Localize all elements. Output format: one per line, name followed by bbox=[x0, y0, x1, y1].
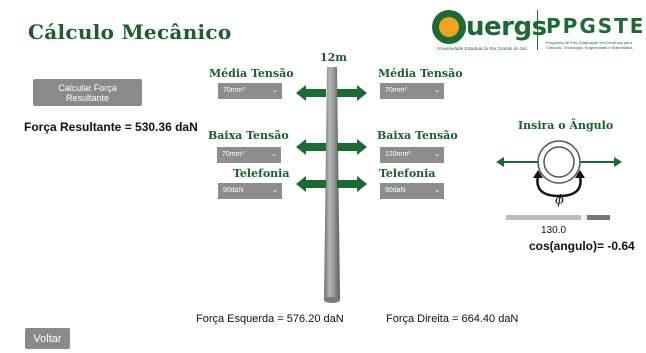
right-force-label: Força Direita = 664.40 daN bbox=[386, 313, 519, 325]
chevron-down-icon: ⌄ bbox=[434, 87, 440, 94]
right-baixa-tensao-label: Baixa Tensão bbox=[377, 129, 458, 142]
right-media-tensao-select[interactable]: 70mm² ⌄ bbox=[380, 83, 444, 99]
cos-angle-label: cos(angulo)= -0.64 bbox=[529, 239, 635, 253]
chevron-down-icon: ⌄ bbox=[434, 187, 440, 194]
left-telefonia-select[interactable]: 90daN ⌄ bbox=[218, 183, 282, 199]
angle-title: Insira o Ângulo bbox=[518, 119, 614, 132]
chevron-down-icon: ⌄ bbox=[272, 187, 278, 194]
chevron-down-icon: ⌄ bbox=[272, 87, 278, 94]
slider-rest bbox=[587, 215, 610, 220]
right-arrow-icon bbox=[337, 176, 367, 192]
uergs-logo-subtitle: Universidade Estadual do Rio Grande do S… bbox=[437, 46, 527, 51]
program-logo-text: PPGSTEM bbox=[546, 14, 646, 38]
calculate-resultant-button[interactable]: Calcular Força Resultante bbox=[33, 79, 142, 106]
left-baixa-tensao-select[interactable]: 70mm² ⌄ bbox=[217, 147, 281, 163]
right-telefonia-label: Telefonia bbox=[379, 167, 436, 180]
left-arrow-icon bbox=[296, 85, 326, 101]
phi-symbol: ϕ bbox=[555, 193, 564, 208]
page-title: Cálculo Mecânico bbox=[28, 20, 232, 44]
left-media-tensao-select[interactable]: 70mm² ⌄ bbox=[218, 83, 282, 99]
uergs-logo-text: uergs bbox=[466, 12, 547, 42]
left-media-tensao-label: Média Tensão bbox=[209, 67, 294, 80]
left-baixa-tensao-label: Baixa Tensão bbox=[208, 129, 289, 142]
right-media-tensao-label: Média Tensão bbox=[378, 67, 463, 80]
program-logo-subtitle: Programa de Pós-Graduação em Docência pa… bbox=[546, 40, 633, 50]
uergs-logo-icon bbox=[432, 10, 466, 44]
chevron-down-icon: ⌄ bbox=[271, 151, 277, 158]
left-arrow-icon bbox=[296, 176, 326, 192]
left-arrow-icon bbox=[296, 139, 326, 155]
chevron-down-icon: ⌄ bbox=[434, 151, 440, 158]
right-arrow-icon bbox=[337, 139, 367, 155]
logo-divider bbox=[537, 10, 538, 50]
slider-fill bbox=[506, 215, 581, 220]
angle-value-label: 130.0 bbox=[541, 225, 567, 236]
resultant-force-label: Força Resultante = 530.36 daN bbox=[24, 120, 198, 134]
angle-slider[interactable] bbox=[506, 215, 610, 220]
left-force-label: Força Esquerda = 576.20 daN bbox=[196, 313, 344, 325]
left-telefonia-label: Telefonia bbox=[233, 167, 290, 180]
right-telefonia-select[interactable]: 90daN ⌄ bbox=[380, 183, 444, 199]
right-arrow-icon bbox=[337, 85, 367, 101]
pole-height-label: 12m bbox=[320, 51, 347, 64]
back-button[interactable]: Voltar bbox=[25, 328, 70, 349]
right-baixa-tensao-select[interactable]: 120mm² ⌄ bbox=[380, 147, 444, 163]
